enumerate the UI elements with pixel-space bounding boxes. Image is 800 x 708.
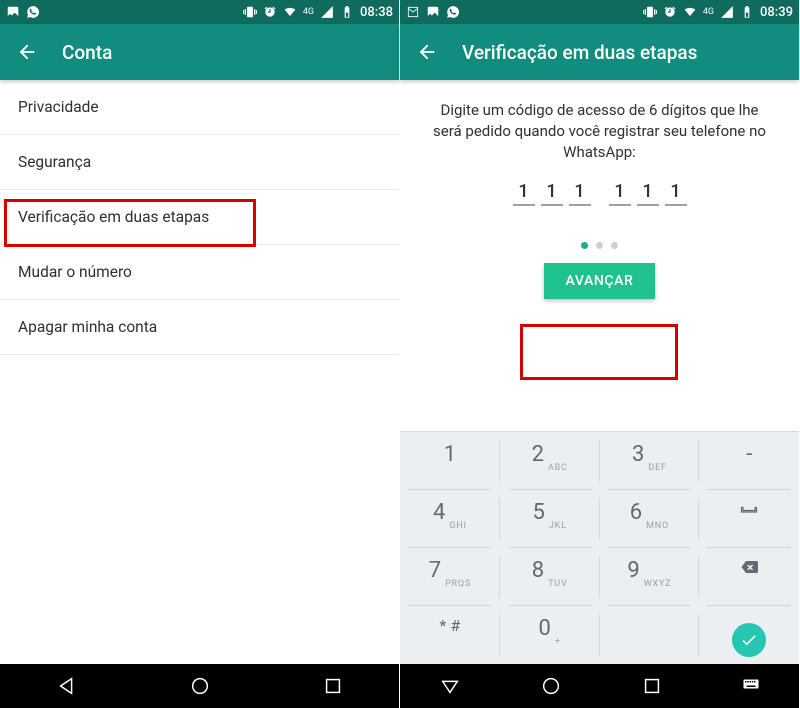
wifi-icon (683, 5, 697, 19)
menu-change-number[interactable]: Mudar o número (0, 245, 399, 300)
step-dot-2 (596, 242, 603, 249)
pin-digit-6: 1 (665, 181, 687, 206)
image-icon (6, 5, 20, 19)
key-1[interactable]: 1 (400, 432, 500, 490)
nav-recent-icon[interactable] (322, 675, 344, 697)
appbar: Verificação em duas etapas (400, 24, 799, 80)
instructions-text: Digite um código de acesso de 6 dígitos … (400, 80, 799, 173)
page-title: Conta (62, 41, 112, 64)
alarm-icon (663, 5, 677, 19)
key-4[interactable]: 4GHI (400, 490, 500, 548)
page-title: Verificação em duas etapas (462, 41, 697, 64)
screen-two-step: 4G 08:39 Verificação em duas etapas Digi… (400, 0, 800, 708)
vibrate-icon (243, 5, 257, 19)
key-backspace[interactable] (699, 548, 799, 606)
nav-recent-icon[interactable] (641, 675, 663, 697)
key-5[interactable]: 5JKL (500, 490, 600, 548)
android-navbar (0, 664, 399, 708)
alarm-icon (263, 5, 277, 19)
nav-home-icon[interactable] (540, 675, 562, 697)
battery-icon (740, 5, 754, 19)
advance-button[interactable]: AVANÇAR (544, 263, 656, 299)
network-label: 4G (703, 7, 714, 17)
key-7[interactable]: 7PRQS (400, 548, 500, 606)
back-icon[interactable] (416, 41, 438, 63)
signal-icon (320, 5, 334, 19)
key-space[interactable] (699, 490, 799, 548)
menu-delete-account[interactable]: Apagar minha conta (0, 300, 399, 355)
numeric-keypad: 1 2ABC 3DEF - 4GHI 5JKL 6MNO 7PRQS 8TUV … (400, 431, 799, 664)
signal-icon (720, 5, 734, 19)
key-2[interactable]: 2ABC (500, 432, 600, 490)
menu-two-step[interactable]: Verificação em duas etapas (0, 190, 399, 245)
pin-input[interactable]: 1 1 1 1 1 1 (400, 181, 799, 206)
space-icon (738, 500, 760, 518)
whatsapp-icon (26, 5, 40, 19)
gmail-icon (406, 5, 420, 19)
statusbar: 4G 08:38 (0, 0, 399, 24)
backspace-icon (738, 558, 760, 576)
step-indicator (400, 242, 799, 249)
nav-home-icon[interactable] (189, 675, 211, 697)
menu-privacy[interactable]: Privacidade (0, 80, 399, 135)
vibrate-icon (643, 5, 657, 19)
nav-back-icon[interactable] (56, 675, 78, 697)
clock: 08:38 (360, 5, 393, 20)
key-empty (600, 606, 700, 664)
key-9[interactable]: 9WXYZ (600, 548, 700, 606)
two-step-content: Digite um código de acesso de 6 dígitos … (400, 80, 799, 664)
step-dot-3 (611, 242, 618, 249)
account-list: Privacidade Segurança Verificação em dua… (0, 80, 399, 664)
pin-digit-3: 1 (569, 181, 591, 206)
clock: 08:39 (760, 5, 793, 20)
key-dash[interactable]: - (699, 432, 799, 490)
pin-digit-1: 1 (513, 181, 535, 206)
check-icon (740, 631, 758, 649)
key-6[interactable]: 6MNO (600, 490, 700, 548)
key-0[interactable]: 0+ (500, 606, 600, 664)
wifi-icon (283, 5, 297, 19)
pin-digit-2: 1 (541, 181, 563, 206)
key-8[interactable]: 8TUV (500, 548, 600, 606)
appbar: Conta (0, 24, 399, 80)
statusbar: 4G 08:39 (400, 0, 799, 24)
nav-back-down-icon[interactable] (439, 675, 461, 697)
whatsapp-icon (446, 5, 460, 19)
back-icon[interactable] (16, 41, 38, 63)
keyboard-icon[interactable] (742, 675, 760, 693)
battery-icon (340, 5, 354, 19)
pin-digit-4: 1 (609, 181, 631, 206)
step-dot-1 (581, 242, 588, 249)
pin-digit-5: 1 (637, 181, 659, 206)
network-label: 4G (303, 7, 314, 17)
android-navbar (400, 664, 799, 708)
menu-security[interactable]: Segurança (0, 135, 399, 190)
key-3[interactable]: 3DEF (600, 432, 700, 490)
key-done[interactable] (699, 606, 799, 664)
key-star-hash[interactable]: * # (400, 606, 500, 664)
image-icon (426, 5, 440, 19)
screen-account: 4G 08:38 Conta Privacidade Segurança Ver… (0, 0, 400, 708)
